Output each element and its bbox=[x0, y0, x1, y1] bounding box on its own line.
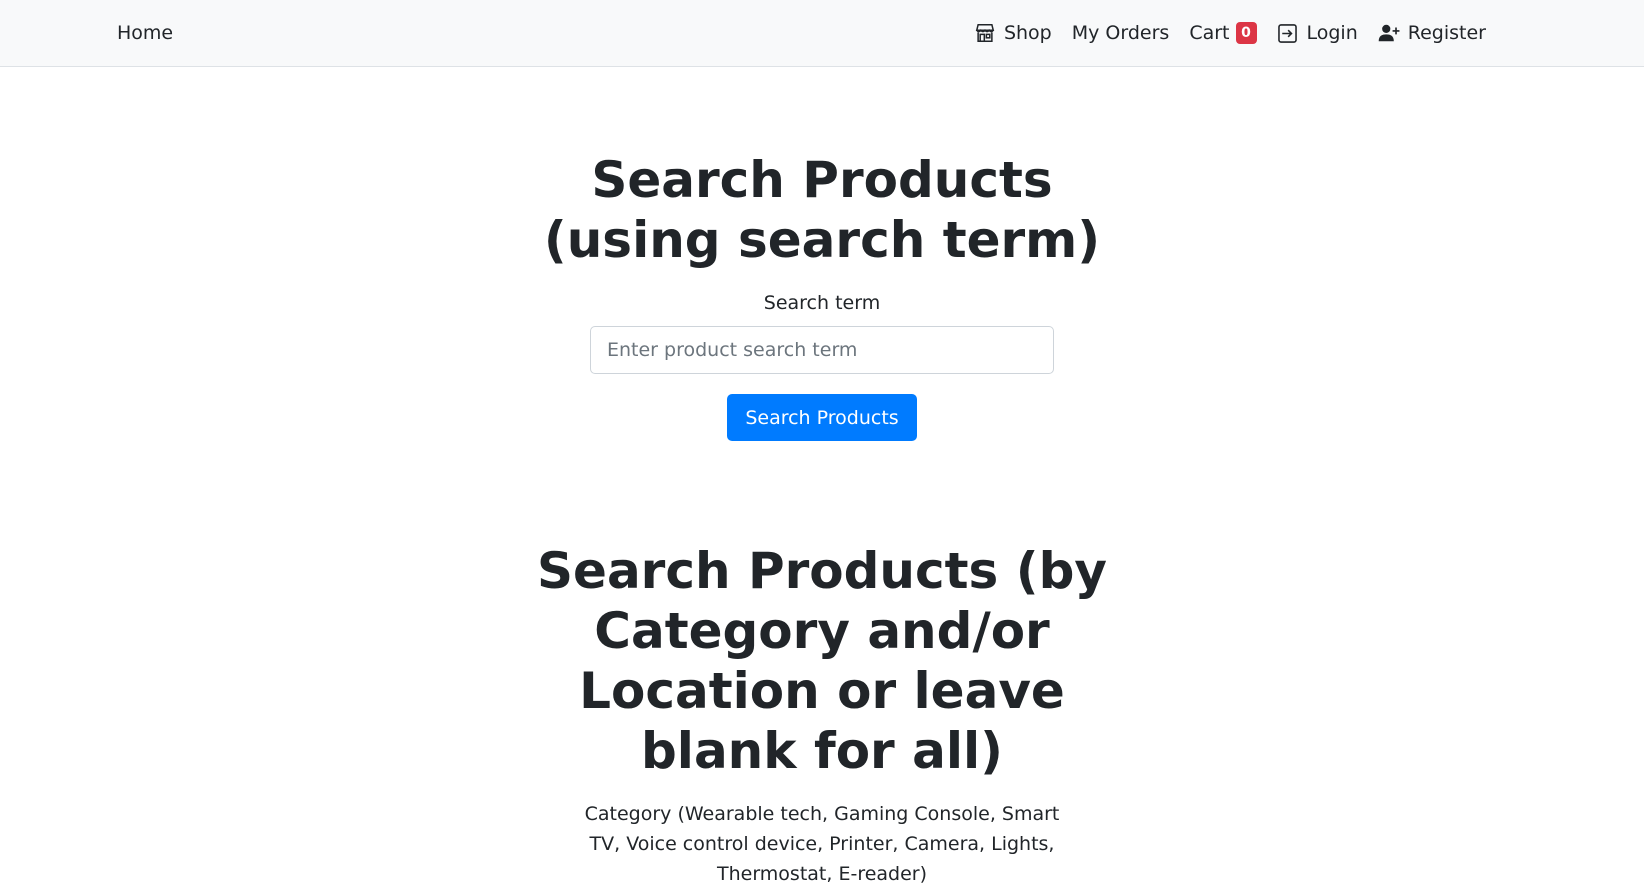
nav-cart-label: Cart bbox=[1189, 22, 1230, 44]
cart-count-badge: 0 bbox=[1235, 22, 1257, 44]
shop-icon bbox=[974, 22, 996, 44]
category-search-title-line: blank for all) bbox=[641, 722, 1003, 780]
category-label-line: TV, Voice control device, Printer, Camer… bbox=[589, 833, 1055, 855]
category-search-title-line: Search Products (by bbox=[537, 542, 1107, 600]
search-products-button[interactable]: Search Products bbox=[727, 394, 917, 441]
navbar: Home Shop My Orders Cart 0 Login Registe… bbox=[0, 0, 1644, 67]
search-term-label: Search term bbox=[763, 292, 881, 314]
nav-shop-link[interactable]: Shop bbox=[974, 0, 1052, 66]
nav-login-link[interactable]: Login bbox=[1277, 0, 1358, 66]
navbar-right: Shop My Orders Cart 0 Login Register bbox=[974, 0, 1486, 66]
nav-shop-label: Shop bbox=[1003, 22, 1052, 44]
term-search-title-line: (using search term) bbox=[543, 211, 1101, 269]
nav-orders-label: My Orders bbox=[1071, 22, 1170, 44]
nav-register-link[interactable]: Register bbox=[1378, 0, 1486, 66]
nav-login-label: Login bbox=[1306, 22, 1358, 44]
login-icon bbox=[1277, 22, 1299, 44]
category-search-title-line: Location or leave bbox=[579, 662, 1065, 720]
nav-cart-link[interactable]: Cart 0 bbox=[1189, 0, 1257, 66]
term-search-title-line: Search Products bbox=[591, 151, 1053, 209]
category-label-line: Category (Wearable tech, Gaming Console,… bbox=[584, 803, 1060, 825]
category-label-line: Thermostat, E-reader) bbox=[716, 863, 928, 885]
search-button-wrap: Search Products bbox=[0, 394, 1644, 441]
person-plus-icon bbox=[1378, 22, 1400, 44]
search-term-input[interactable] bbox=[590, 326, 1054, 374]
category-label: Category (Wearable tech, Gaming Console,… bbox=[0, 799, 1644, 889]
nav-orders-link[interactable]: My Orders bbox=[1072, 0, 1170, 66]
nav-register-label: Register bbox=[1407, 22, 1486, 44]
term-search-title: Search Products (using search term) bbox=[0, 150, 1644, 270]
category-search-title: Search Products (by Category and/or Loca… bbox=[0, 541, 1644, 781]
category-search-section: Search Products (by Category and/or Loca… bbox=[0, 541, 1644, 889]
term-search-section: Search Products (using search term) Sear… bbox=[0, 150, 1644, 441]
nav-home-label: Home bbox=[117, 22, 174, 44]
category-search-title-line: Category and/or bbox=[594, 602, 1050, 660]
nav-home-link[interactable]: Home bbox=[117, 0, 173, 66]
